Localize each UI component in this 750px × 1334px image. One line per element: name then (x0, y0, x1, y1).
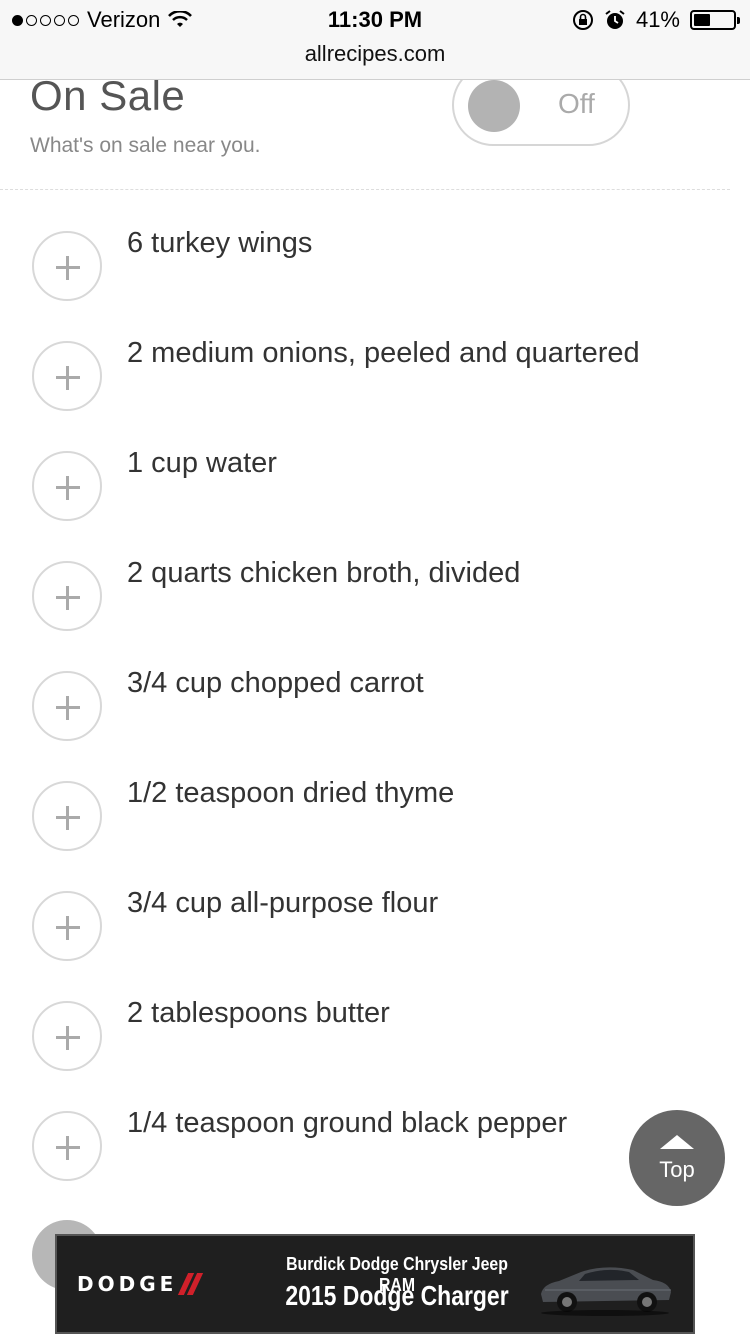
add-ingredient-plus-icon[interactable] (32, 561, 102, 631)
ad-headline: 2015 Dodge Charger (285, 1280, 509, 1311)
ingredient-item: 6 turkey wings (0, 190, 750, 301)
ingredient-label: 6 turkey wings (127, 227, 313, 259)
ingredient-item: 2 medium onions, peeled and quartered (0, 300, 750, 411)
add-ingredient-plus-icon[interactable] (32, 231, 102, 301)
back-to-top-label: Top (659, 1157, 695, 1182)
add-ingredient-plus-icon[interactable] (32, 891, 102, 961)
add-ingredient-plus-icon[interactable] (32, 451, 102, 521)
dodge-wordmark: DODGE (77, 1272, 178, 1296)
status-right: 41% (572, 7, 740, 33)
ingredient-item: 3/4 cup all-purpose flour (0, 850, 750, 961)
battery-percent: 41% (635, 7, 680, 32)
battery-fill (694, 14, 710, 26)
dodge-logo: DODGE (77, 1272, 204, 1296)
rotation-lock-icon (572, 10, 593, 30)
ad-banner[interactable]: DODGE Burdick Dodge Chrysler Jeep RAM 20… (55, 1234, 695, 1334)
ingredient-label: 1 cup water (127, 447, 277, 479)
car-image (541, 1267, 671, 1316)
add-ingredient-plus-icon[interactable] (32, 1001, 102, 1071)
alarm-icon (605, 10, 625, 29)
ingredient-label: 2 medium onions, peeled and quartered (127, 337, 640, 369)
ingredient-label: 1/2 teaspoon dried thyme (127, 777, 455, 809)
toggle-knob (468, 80, 520, 132)
toggle-label: Off (558, 88, 595, 119)
status-bar: Verizon 11:30 PM 41% (0, 0, 750, 40)
ingredient-label: 3/4 cup chopped carrot (127, 667, 424, 699)
ingredient-item: 2 tablespoons butter (0, 960, 750, 1071)
ingredient-label: 2 quarts chicken broth, divided (127, 557, 521, 589)
address-bar[interactable]: allrecipes.com (0, 41, 750, 67)
on-sale-section: On Sale What's on sale near you. Off (0, 64, 750, 190)
up-arrow-icon (660, 1135, 694, 1149)
on-sale-subtitle: What's on sale near you. (30, 134, 261, 157)
add-ingredient-plus-icon[interactable] (32, 1111, 102, 1181)
add-ingredient-plus-icon[interactable] (32, 781, 102, 851)
battery-icon (690, 10, 740, 30)
ingredient-label: 3/4 cup all-purpose flour (127, 887, 439, 919)
dodge-stripes-icon (178, 1273, 204, 1295)
add-ingredient-plus-icon[interactable] (32, 671, 102, 741)
add-ingredient-plus-icon[interactable] (32, 341, 102, 411)
ingredient-item: 3/4 cup chopped carrot (0, 630, 750, 741)
ingredient-label: 2 tablespoons butter (127, 997, 390, 1029)
ingredient-item: 1/2 teaspoon dried thyme (0, 740, 750, 851)
ingredient-item: 2 quarts chicken broth, divided (0, 520, 750, 631)
ingredient-label: 1/4 teaspoon ground black pepper (127, 1107, 568, 1139)
browser-chrome: Verizon 11:30 PM 41% allrecipes.com (0, 0, 750, 80)
back-to-top-button[interactable]: Top (629, 1110, 725, 1206)
ingredient-item: 1 cup water (0, 410, 750, 521)
